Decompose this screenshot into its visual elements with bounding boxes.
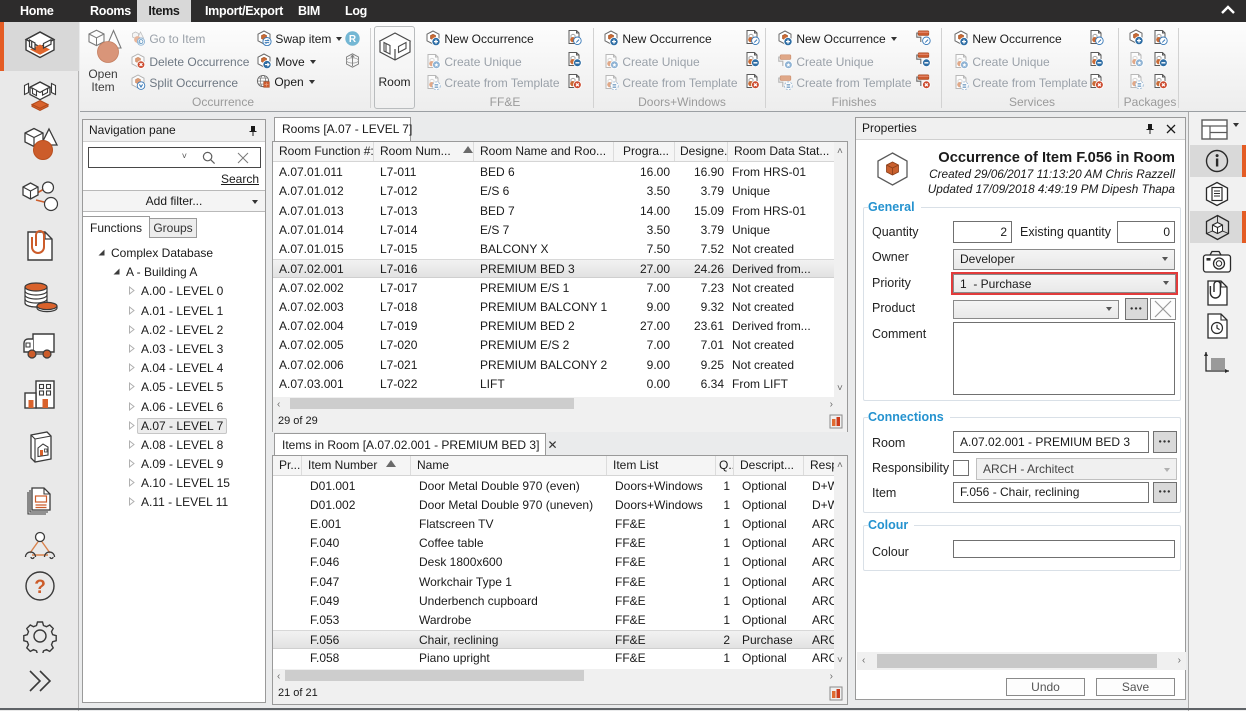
svg-text:R: R — [349, 34, 357, 45]
svg-text:?: ? — [34, 577, 46, 598]
